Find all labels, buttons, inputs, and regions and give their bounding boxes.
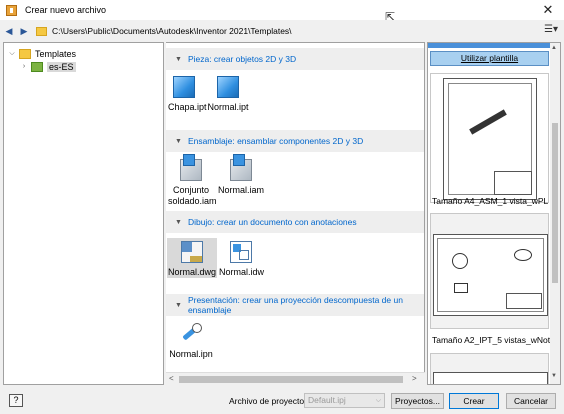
file-tile-chapa-ipt[interactable]: Chapa.ipt [168, 76, 207, 114]
forward-arrow-icon[interactable]: ▶ [18, 24, 30, 38]
cancel-button[interactable]: Cancelar [506, 393, 556, 409]
expand-chevron-icon[interactable]: › [20, 63, 28, 70]
help-button[interactable]: ? [9, 394, 23, 407]
file-label: Normal.ipn [169, 349, 213, 359]
view-options-icon[interactable]: ☰▾ [544, 24, 558, 36]
dwg-drawing-icon [181, 241, 203, 263]
collapse-triangle-icon[interactable]: ▼ [175, 302, 182, 309]
title-block [494, 171, 532, 195]
chevron-down-icon: ⌵ [375, 397, 381, 404]
use-template-button[interactable]: Utilizar plantilla [430, 51, 549, 66]
file-tile-normal-ipn[interactable]: Normal.ipn [168, 323, 214, 361]
section-header-ensamblaje[interactable]: ▼ Ensamblaje: ensamblar componentes 2D y… [166, 130, 424, 152]
dialog-footer: ? Archivo de proyecto: Default.ipj ⌵ Pro… [0, 386, 564, 414]
scroll-up-icon[interactable]: ▲ [551, 45, 557, 51]
presentation-icon [180, 323, 202, 345]
back-arrow-icon[interactable]: ◀ [3, 24, 15, 38]
section-title: Pieza: crear objetos 2D y 3D [187, 54, 297, 64]
file-tile-normal-dwg[interactable]: Normal.dwg [167, 238, 217, 278]
file-tile-normal-idw[interactable]: Normal.idw [219, 241, 265, 279]
file-tile-normal-ipt[interactable]: Normal.ipt [206, 76, 250, 114]
weldment-icon [180, 154, 202, 181]
assembly-icon [230, 154, 252, 181]
address-bar: ◀ ▶ C:\Users\Public\Documents\Autodesk\I… [0, 20, 564, 42]
project-file-select[interactable]: Default.ipj ⌵ [304, 393, 385, 408]
section-header-presentacion[interactable]: ▼ Presentación: crear una proyección des… [166, 294, 424, 316]
file-label: Conjunto soldado.iam [168, 185, 217, 206]
file-label: Normal.iam [218, 185, 265, 195]
part-view-graphic [452, 253, 468, 269]
preview-thumbnail-a4[interactable] [430, 73, 549, 203]
tree-item-label: Templates [35, 48, 77, 59]
drawing-sheet-thumbnail [433, 372, 548, 384]
title-block [506, 293, 542, 309]
section-header-dibujo[interactable]: ▼ Dibujo: crear un documento con anotaci… [166, 211, 424, 233]
section-title: Presentación: crear una proyección desco… [187, 295, 403, 315]
tree-item-label: es-ES [47, 61, 76, 72]
section-title: Dibujo: crear un documento con anotacion… [187, 217, 357, 227]
tree-item-templates[interactable]: ⌵ Templates [8, 47, 76, 60]
preview-label: Tamaño A4_ASM_1 vista_wPL [432, 196, 549, 206]
file-label: Normal.idw [219, 267, 265, 277]
idw-drawing-icon [230, 241, 252, 263]
project-file-value: Default.ipj [308, 395, 346, 405]
preview-top-bar [428, 43, 551, 48]
folder-tree: ⌵ Templates › es-ES [3, 42, 164, 385]
part-icon [173, 76, 195, 98]
scroll-thumb[interactable] [179, 376, 403, 383]
file-tile-normal-iam[interactable]: Normal.iam [218, 154, 265, 197]
current-path[interactable]: C:\Users\Public\Documents\Autodesk\Inven… [52, 26, 292, 36]
file-label: Normal.dwg [167, 267, 216, 277]
section-header-pieza[interactable]: ▼ Pieza: crear objetos 2D y 3D [166, 48, 424, 70]
collapse-triangle-icon[interactable]: ▼ [175, 219, 182, 226]
folder-icon [31, 61, 43, 72]
preview-pane: Utilizar plantilla Tamaño A4_ASM_1 vista… [427, 42, 561, 385]
template-list: ▼ Pieza: crear objetos 2D y 3D Chapa.ipt… [166, 42, 425, 385]
tree-item-es-es[interactable]: › es-ES [20, 60, 76, 73]
horizontal-scrollbar[interactable]: < > [166, 372, 425, 385]
drawing-sheet-thumbnail [433, 234, 548, 316]
file-tile-conjunto-soldado[interactable]: Conjunto soldado.iam [168, 154, 217, 207]
drawing-sheet-thumbnail [443, 78, 537, 200]
create-button[interactable]: Crear [449, 393, 499, 409]
preview-label: Tamaño A2_IPT_5 vistas_wNote [432, 335, 555, 345]
file-label: Chapa.ipt [168, 102, 207, 112]
projects-button[interactable]: Proyectos... [391, 393, 444, 409]
part-view-graphic [514, 249, 532, 261]
window-title: Crear nuevo archivo [25, 5, 107, 15]
file-label: Normal.ipt [207, 102, 249, 112]
vertical-scrollbar[interactable]: ▲ ▼ [550, 43, 560, 384]
inventor-app-icon [6, 4, 17, 16]
title-bar: Crear nuevo archivo ✕ [0, 0, 564, 20]
project-file-label: Archivo de proyecto: [229, 396, 307, 406]
scroll-thumb[interactable] [552, 123, 558, 283]
close-button[interactable]: ✕ [532, 0, 564, 20]
preview-thumbnail-a2[interactable] [430, 213, 549, 329]
scroll-left-icon[interactable]: < [169, 374, 174, 383]
collapse-chevron-icon[interactable]: ⌵ [8, 50, 16, 58]
part-icon [217, 76, 239, 98]
collapse-triangle-icon[interactable]: ▼ [175, 56, 182, 63]
scroll-right-icon[interactable]: > [412, 374, 417, 383]
section-title: Ensamblaje: ensamblar componentes 2D y 3… [187, 136, 364, 146]
scroll-down-icon[interactable]: ▼ [551, 373, 557, 379]
preview-thumbnail-next[interactable] [430, 353, 549, 384]
folder-icon [19, 48, 31, 59]
collapse-triangle-icon[interactable]: ▼ [175, 138, 182, 145]
part-view-graphic [454, 283, 468, 293]
folder-icon [36, 26, 47, 36]
